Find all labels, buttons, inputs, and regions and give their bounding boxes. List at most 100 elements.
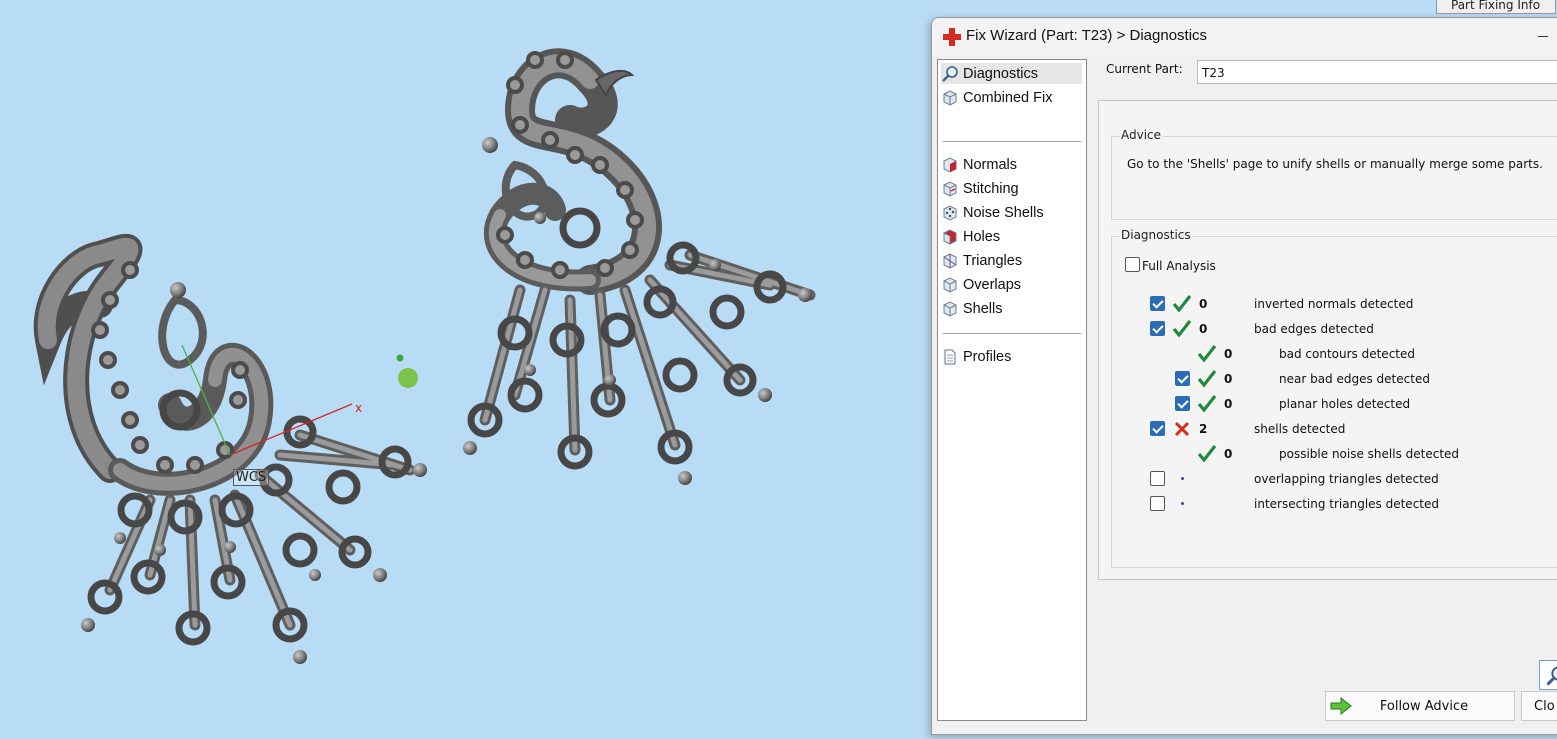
diagnostic-count: 2 xyxy=(1199,422,1208,436)
diagnostic-row: 0 inverted normals detected xyxy=(1112,294,1557,314)
follow-advice-button[interactable]: Follow Advice xyxy=(1325,691,1515,721)
green-check-icon xyxy=(1197,395,1217,413)
diagnostics-group: Diagnostics Full Analysis 0 inverted norm… xyxy=(1111,228,1557,690)
diagnostic-checkbox[interactable] xyxy=(1150,471,1165,486)
axis-x-label: x xyxy=(355,401,363,415)
minimize-button[interactable] xyxy=(1538,36,1548,37)
nav-item-label: Noise Shells xyxy=(963,204,1044,221)
diagnostic-checkbox[interactable] xyxy=(1175,371,1190,386)
diagnostic-row: 0 planar holes detected xyxy=(1112,394,1557,414)
diagnostic-count: 0 xyxy=(1224,397,1233,411)
diagnostic-checkbox[interactable] xyxy=(1175,396,1190,411)
follow-advice-label: Follow Advice xyxy=(1379,698,1469,714)
document-icon xyxy=(944,349,956,364)
full-analysis-checkbox[interactable] xyxy=(1125,257,1140,272)
nav-item-label: Stitching xyxy=(963,180,1019,197)
diagnostic-count: 0 xyxy=(1199,322,1208,336)
close-button[interactable]: Clo xyxy=(1521,691,1557,721)
window-title: Fix Wizard (Part: T23) > Diagnostics xyxy=(966,27,1208,44)
red-cross-icon xyxy=(943,28,961,46)
magnifier-icon xyxy=(1546,666,1557,686)
overlaps-cube-icon xyxy=(943,276,957,293)
shells-cube-icon xyxy=(943,300,957,317)
current-part-label: Current Part: xyxy=(1106,62,1183,76)
nav-item-triangles[interactable]: Triangles xyxy=(941,250,1082,271)
diagnostic-label: overlapping triangles detected xyxy=(1254,472,1439,486)
nav-item-shells[interactable]: Shells xyxy=(941,298,1082,319)
peacock-model-right[interactable] xyxy=(463,48,816,485)
full-analysis-label: Full Analysis xyxy=(1142,259,1216,273)
red-x-icon xyxy=(1174,421,1190,437)
nav-separator xyxy=(943,333,1081,334)
diagnostics-title: Diagnostics xyxy=(1120,228,1192,242)
diagnostic-row: 0 near bad edges detected xyxy=(1112,369,1557,389)
nav-item-label: Overlaps xyxy=(963,276,1022,293)
diagnostic-checkbox[interactable] xyxy=(1150,496,1165,511)
magnifier-icon xyxy=(942,65,958,82)
diagnostics-panel: Advice Go to the 'Shells' page to unify … xyxy=(1098,100,1557,690)
green-check-icon xyxy=(1197,370,1217,388)
nav-item-combined-fix[interactable]: Combined Fix xyxy=(941,87,1082,108)
diagnostic-label: bad edges detected xyxy=(1254,322,1374,336)
stitching-cube-icon xyxy=(943,180,957,197)
diagnostic-label: near bad edges detected xyxy=(1279,372,1430,386)
pending-dot-icon xyxy=(1181,502,1184,505)
advice-text: Go to the 'Shells' page to unify shells … xyxy=(1127,157,1543,171)
nav-item-label: Normals xyxy=(963,156,1017,173)
diagnostic-checkbox[interactable] xyxy=(1150,296,1165,311)
nav-item-label: Combined Fix xyxy=(963,89,1053,106)
nav-item-holes[interactable]: Holes xyxy=(941,226,1082,247)
nav-item-label: Diagnostics xyxy=(963,65,1038,82)
cube-icon xyxy=(943,89,957,106)
diagnostic-label: planar holes detected xyxy=(1279,397,1411,411)
pending-dot-icon xyxy=(1181,477,1184,480)
nav-item-label: Shells xyxy=(963,300,1003,317)
nav-item-label: Triangles xyxy=(963,252,1023,269)
nav-item-label: Profiles xyxy=(963,348,1012,365)
nav-item-stitching[interactable]: Stitching xyxy=(941,178,1082,199)
diagnostic-count: 0 xyxy=(1199,297,1208,311)
inspect-button[interactable] xyxy=(1539,660,1557,690)
green-check-icon xyxy=(1197,345,1217,363)
diagnostic-row: overlapping triangles detected xyxy=(1112,469,1557,489)
nav-item-overlaps[interactable]: Overlaps xyxy=(941,274,1082,295)
diagnostic-row: intersecting triangles detected xyxy=(1112,494,1557,514)
title-bar[interactable]: Fix Wizard (Part: T23) > Diagnostics xyxy=(932,18,1557,56)
fix-wizard-window: Fix Wizard (Part: T23) > Diagnostics Dia… xyxy=(931,17,1557,735)
diagnostic-checkbox[interactable] xyxy=(1150,421,1165,436)
diagnostic-label: inverted normals detected xyxy=(1254,297,1414,311)
holes-cube-icon xyxy=(943,228,957,245)
nav-separator xyxy=(943,141,1081,142)
diagnostic-label: bad contours detected xyxy=(1279,347,1415,361)
nav-item-normals[interactable]: Normals xyxy=(941,154,1082,175)
diagnostic-row: 0 bad edges detected xyxy=(1112,319,1557,339)
diagnostic-count: 0 xyxy=(1224,372,1233,386)
green-check-icon xyxy=(1172,320,1192,338)
diagnostic-row: 0 bad contours detected xyxy=(1112,344,1557,364)
diagnostic-row: 2 shells detected xyxy=(1112,419,1557,439)
nav-item-diagnostics[interactable]: Diagnostics xyxy=(941,63,1082,84)
current-part-field[interactable]: T23 xyxy=(1197,60,1557,84)
green-check-icon xyxy=(1197,445,1217,463)
advice-group: Advice Go to the 'Shells' page to unify … xyxy=(1111,128,1557,220)
nav-item-label: Holes xyxy=(963,228,1001,245)
peacock-model-left[interactable] xyxy=(33,233,427,664)
nav-item-noise-shells[interactable]: Noise Shells xyxy=(941,202,1082,223)
triangles-cube-icon xyxy=(943,252,957,269)
diagnostic-count: 0 xyxy=(1224,347,1233,361)
wcs-label: WCS xyxy=(233,469,270,486)
green-check-icon xyxy=(1172,295,1192,313)
close-label: Clo xyxy=(1534,698,1555,714)
diagnostic-label: shells detected xyxy=(1254,422,1346,436)
diagnostic-label: possible noise shells detected xyxy=(1279,447,1460,461)
diagnostic-row: 0 possible noise shells detected xyxy=(1112,444,1557,464)
part-fixing-info-tab[interactable]: Part Fixing Info xyxy=(1436,0,1556,14)
advice-title: Advice xyxy=(1120,128,1163,142)
diagnostic-count: 0 xyxy=(1224,447,1233,461)
page-nav-list: Diagnostics Combined Fix Normals Stitchi… xyxy=(937,59,1087,721)
diagnostic-label: intersecting triangles detected xyxy=(1254,497,1439,511)
noise-shells-icon xyxy=(943,204,957,221)
diagnostic-checkbox[interactable] xyxy=(1150,321,1165,336)
normals-cube-icon xyxy=(943,156,957,173)
nav-item-profiles[interactable]: Profiles xyxy=(941,346,1082,367)
